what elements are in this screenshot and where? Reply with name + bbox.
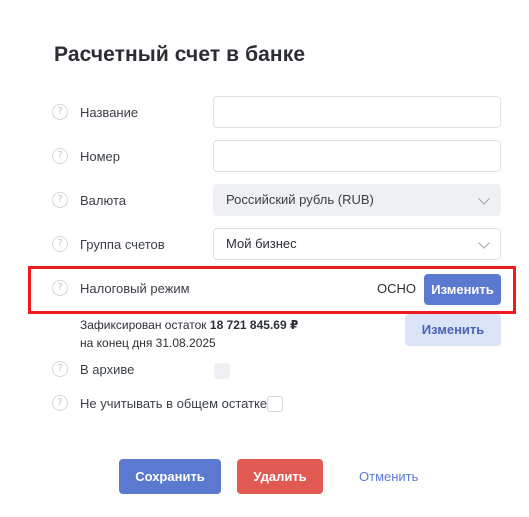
number-label: Номер: [80, 149, 121, 164]
currency-label: Валюта: [80, 193, 126, 208]
chevron-down-icon: [478, 193, 490, 205]
balance-date: на конец дня 31.08.2025: [80, 336, 216, 350]
balance-note: Зафиксирован остаток 18 721 845.69 ₽ на …: [80, 316, 298, 352]
account-group-row: ? Группа счетов Мой бизнес: [0, 228, 529, 260]
balance-prefix: Зафиксирован остаток: [80, 318, 207, 332]
currency-row: ? Валюта Российский рубль (RUB): [0, 184, 529, 216]
dialog-title: Расчетный счет в банке: [54, 43, 306, 66]
name-row: ? Название: [0, 96, 529, 128]
help-icon[interactable]: ?: [52, 280, 68, 296]
account-group-value: Мой бизнес: [226, 236, 297, 251]
account-group-label: Группа счетов: [80, 237, 165, 252]
account-group-select[interactable]: Мой бизнес: [213, 228, 501, 260]
name-input[interactable]: [213, 96, 501, 128]
exclude-label: Не учитывать в общем остатке: [80, 396, 268, 411]
delete-button[interactable]: Удалить: [237, 459, 323, 494]
cancel-link[interactable]: Отменить: [359, 469, 418, 484]
help-icon[interactable]: ?: [52, 148, 68, 164]
tax-regime-label: Налоговый режим: [80, 281, 190, 296]
save-button[interactable]: Сохранить: [119, 459, 221, 494]
number-input[interactable]: [213, 140, 501, 172]
change-balance-button[interactable]: Изменить: [405, 314, 501, 346]
help-icon[interactable]: ?: [52, 192, 68, 208]
help-icon[interactable]: ?: [52, 236, 68, 252]
tax-regime-row: ? Налоговый режим ОСНО Изменить: [0, 274, 529, 306]
balance-amount: 18 721 845.69 ₽: [209, 318, 299, 332]
currency-select: Российский рубль (RUB): [213, 184, 501, 216]
help-icon[interactable]: ?: [52, 395, 68, 411]
archive-checkbox: [214, 363, 230, 379]
name-label: Название: [80, 105, 139, 120]
help-icon[interactable]: ?: [52, 104, 68, 120]
currency-value: Российский рубль (RUB): [226, 192, 374, 207]
number-row: ? Номер: [0, 140, 529, 172]
exclude-row: ? Не учитывать в общем остатке: [0, 395, 529, 427]
archive-row: ? В архиве: [0, 361, 529, 393]
chevron-down-icon[interactable]: [478, 237, 490, 249]
archive-label: В архиве: [80, 362, 135, 377]
help-icon[interactable]: ?: [52, 361, 68, 377]
bank-account-dialog: Расчетный счет в банке ? Название ? Номе…: [0, 0, 529, 517]
tax-regime-value: ОСНО: [377, 281, 416, 296]
change-tax-regime-button[interactable]: Изменить: [424, 274, 501, 305]
exclude-checkbox[interactable]: [267, 396, 283, 412]
